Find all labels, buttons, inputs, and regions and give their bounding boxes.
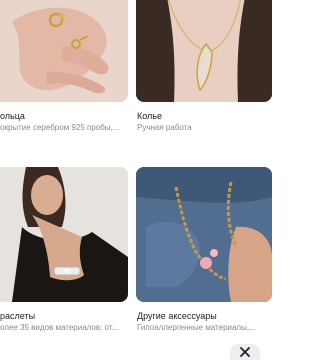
category-subtitle: окрытие серебром 925 пробы,... xyxy=(0,123,120,132)
category-subtitle: Ручная работа xyxy=(137,123,192,132)
accessories-photo xyxy=(136,167,272,302)
category-subtitle: олее 35 видов материалов: от... xyxy=(0,323,119,332)
close-button[interactable] xyxy=(230,344,260,360)
category-title: Колье xyxy=(137,111,162,121)
category-subtitle: Гипоаллергенные материалы,... xyxy=(137,323,256,332)
category-title: Другие аксессуары xyxy=(137,311,217,321)
necklace-photo xyxy=(136,0,272,102)
rings-photo xyxy=(0,0,128,102)
bracelets-photo xyxy=(0,167,128,302)
category-title: раслеты xyxy=(0,311,36,321)
close-icon xyxy=(240,347,250,357)
category-title: ольца xyxy=(0,111,25,121)
